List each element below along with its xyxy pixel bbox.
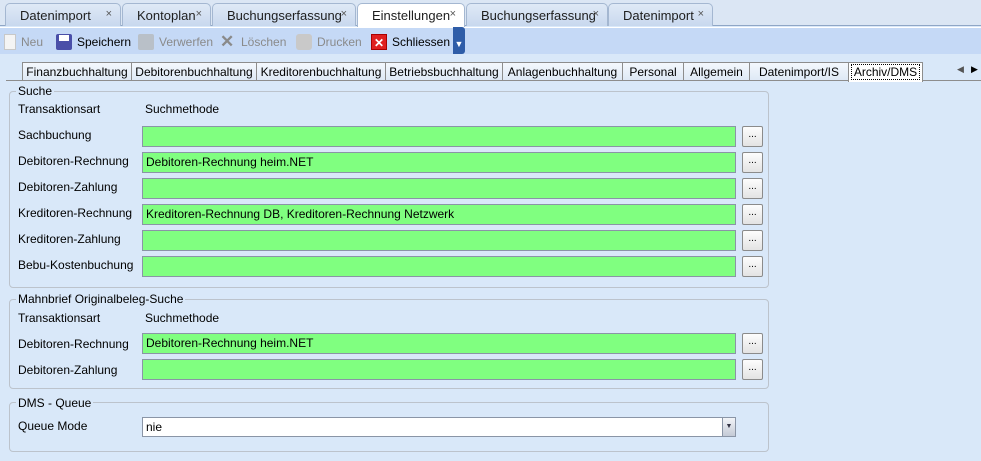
tab-label: Betriebsbuchhaltung bbox=[389, 65, 499, 79]
doc-tab-einstellungen[interactable]: Einstellungen × bbox=[357, 3, 465, 27]
tab-label: Buchungserfassung bbox=[227, 8, 342, 23]
save-label: Speichern bbox=[77, 35, 132, 49]
doc-tab-buchungserfassung-2[interactable]: Buchungserfassung × bbox=[466, 3, 608, 26]
tab-kreditorenbuchhaltung[interactable]: Kreditorenbuchhaltung bbox=[256, 62, 386, 81]
search-method-field[interactable]: Debitoren-Rechnung heim.NET bbox=[142, 152, 736, 173]
tab-archiv-dms[interactable]: Archiv/DMS bbox=[848, 62, 923, 82]
row-label: Debitoren-Rechnung bbox=[18, 337, 129, 351]
new-button[interactable]: Neu bbox=[4, 32, 43, 52]
col-header-transaction-type: Transaktionsart bbox=[18, 311, 101, 325]
search-method-field[interactable] bbox=[142, 230, 736, 251]
document-tab-bar: Datenimport × Kontoplan × Buchungserfassun… bbox=[0, 0, 981, 27]
tab-anlagenbuchhaltung[interactable]: Anlagenbuchhaltung bbox=[502, 62, 623, 81]
tab-label: Anlagenbuchhaltung bbox=[507, 65, 618, 79]
col-header-search-method: Suchmethode bbox=[145, 102, 220, 116]
row-label: Debitoren-Zahlung bbox=[18, 180, 118, 194]
tab-label: Archiv/DMS bbox=[850, 64, 921, 80]
dms-queue-group-title: DMS - Queue bbox=[16, 396, 94, 410]
tab-datenimport-is[interactable]: Datenimport/IS bbox=[749, 62, 849, 81]
row-label: Debitoren-Zahlung bbox=[18, 363, 118, 377]
discard-label: Verwerfen bbox=[159, 35, 214, 49]
tab-label: Allgemein bbox=[690, 65, 743, 79]
search-method-field[interactable] bbox=[142, 256, 736, 277]
queue-mode-value: nie bbox=[146, 420, 163, 434]
close-icon[interactable]: × bbox=[196, 8, 202, 20]
chevron-down-icon[interactable]: ▼ bbox=[722, 418, 735, 436]
row-label: Kreditoren-Rechnung bbox=[18, 206, 133, 220]
delete-button[interactable]: ✕ Löschen bbox=[220, 32, 286, 52]
close-icon[interactable]: × bbox=[106, 8, 112, 20]
tab-debitorenbuchhaltung[interactable]: Debitorenbuchhaltung bbox=[131, 62, 257, 81]
toolbar: Neu Speichern Verwerfen ✕ Löschen Drucken… bbox=[0, 27, 981, 54]
browse-button[interactable]: ... bbox=[742, 204, 763, 225]
close-red-icon: ✕ bbox=[371, 34, 387, 50]
discard-icon bbox=[138, 34, 154, 50]
print-button[interactable]: Drucken bbox=[296, 32, 362, 52]
search-group-title: Suche bbox=[16, 84, 55, 98]
scroll-left-icon[interactable]: ◀ bbox=[957, 64, 964, 75]
delete-x-icon: ✕ bbox=[220, 32, 235, 51]
browse-button[interactable]: ... bbox=[742, 152, 763, 173]
tab-label: Datenimport/IS bbox=[758, 65, 840, 79]
tab-allgemein[interactable]: Allgemein bbox=[683, 62, 750, 81]
close-button[interactable]: ✕ Schliessen bbox=[371, 32, 450, 52]
search-method-field[interactable]: Kreditoren-Rechnung DB, Kreditoren-Rechn… bbox=[142, 204, 736, 225]
doc-tab-buchungserfassung[interactable]: Buchungserfassung × bbox=[212, 3, 356, 26]
tab-label: Finanzbuchhaltung bbox=[26, 65, 128, 79]
save-button[interactable]: Speichern bbox=[56, 32, 131, 52]
delete-label: Löschen bbox=[241, 35, 287, 49]
browse-button[interactable]: ... bbox=[742, 256, 763, 277]
row-label: Kreditoren-Zahlung bbox=[18, 232, 121, 246]
close-icon[interactable]: × bbox=[698, 8, 704, 20]
tab-content-border bbox=[6, 80, 981, 81]
doc-tab-kontoplan[interactable]: Kontoplan × bbox=[122, 3, 211, 26]
doc-tab-datenimport-2[interactable]: Datenimport × bbox=[608, 3, 713, 26]
tab-label: Kontoplan bbox=[137, 8, 196, 23]
browse-button[interactable]: ... bbox=[742, 333, 763, 354]
tab-label: Debitorenbuchhaltung bbox=[135, 65, 253, 79]
tab-betriebsbuchhaltung[interactable]: Betriebsbuchhaltung bbox=[385, 62, 503, 81]
search-method-field[interactable] bbox=[142, 359, 736, 380]
doc-tab-datenimport[interactable]: Datenimport × bbox=[5, 3, 121, 26]
col-header-transaction-type: Transaktionsart bbox=[18, 102, 101, 116]
close-icon[interactable]: × bbox=[593, 8, 599, 20]
print-label: Drucken bbox=[317, 35, 362, 49]
toolbar-overflow-button[interactable]: ▼ bbox=[453, 27, 465, 54]
tab-personal[interactable]: Personal bbox=[622, 62, 684, 81]
new-label: Neu bbox=[21, 35, 44, 49]
close-label: Schliessen bbox=[392, 35, 451, 49]
search-method-field[interactable] bbox=[142, 126, 736, 147]
browse-button[interactable]: ... bbox=[742, 178, 763, 199]
new-document-icon bbox=[4, 34, 16, 50]
col-header-search-method: Suchmethode bbox=[145, 311, 220, 325]
browse-button[interactable]: ... bbox=[742, 230, 763, 251]
browse-button[interactable]: ... bbox=[742, 359, 763, 380]
chevron-down-icon: ▼ bbox=[454, 39, 464, 49]
close-icon[interactable]: × bbox=[450, 8, 456, 20]
row-label: Bebu-Kostenbuchung bbox=[18, 258, 134, 272]
queue-mode-label: Queue Mode bbox=[18, 419, 88, 433]
tab-label: Personal bbox=[629, 65, 677, 79]
save-icon bbox=[56, 34, 72, 50]
row-label: Sachbuchung bbox=[18, 128, 92, 142]
tab-finanzbuchhaltung[interactable]: Finanzbuchhaltung bbox=[22, 62, 132, 81]
tab-label: Datenimport bbox=[623, 8, 694, 23]
tab-label: Einstellungen bbox=[372, 8, 451, 23]
search-method-field[interactable]: Debitoren-Rechnung heim.NET bbox=[142, 333, 736, 354]
browse-button[interactable]: ... bbox=[742, 126, 763, 147]
queue-mode-select[interactable]: nie ▼ bbox=[142, 417, 736, 437]
search-method-field[interactable] bbox=[142, 178, 736, 199]
dunning-group-title: Mahnbrief Originalbeleg-Suche bbox=[16, 292, 186, 306]
row-label: Debitoren-Rechnung bbox=[18, 154, 129, 168]
close-icon[interactable]: × bbox=[341, 8, 347, 20]
tab-label: Kreditorenbuchhaltung bbox=[260, 65, 382, 79]
tab-label: Buchungserfassung bbox=[481, 8, 596, 23]
tab-label: Datenimport bbox=[20, 8, 91, 23]
discard-button[interactable]: Verwerfen bbox=[138, 32, 213, 52]
scroll-right-icon[interactable]: ▶ bbox=[971, 64, 978, 75]
printer-icon bbox=[296, 34, 312, 50]
